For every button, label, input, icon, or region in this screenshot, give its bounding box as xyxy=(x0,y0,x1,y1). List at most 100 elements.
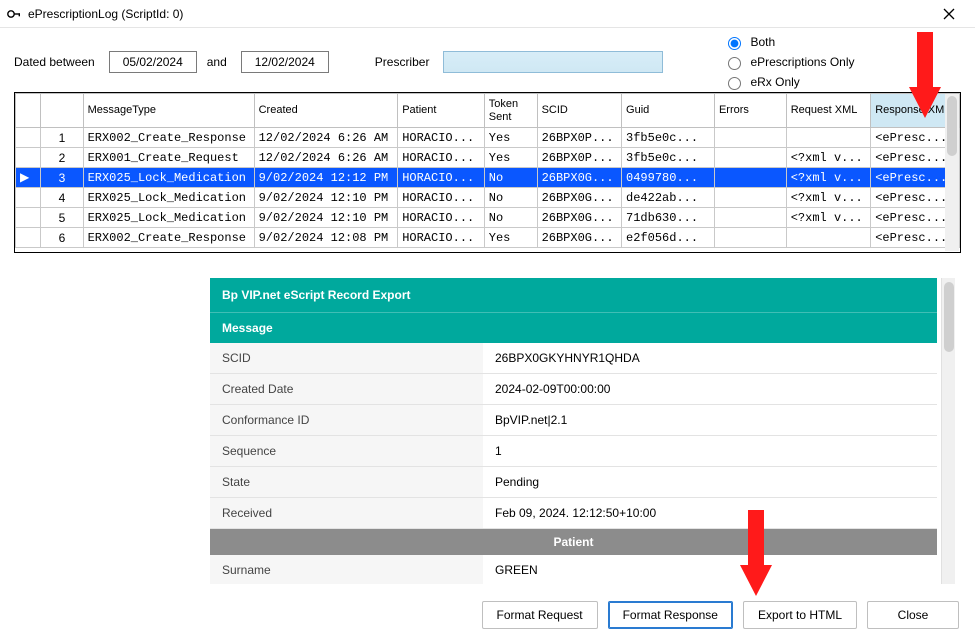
cell-messagetype: ERX025_Lock_Medication xyxy=(83,208,254,228)
cell-request-xml: <?xml v... xyxy=(786,148,870,168)
cell-token: Yes xyxy=(484,148,537,168)
cell-token: No xyxy=(484,188,537,208)
cell-request-xml: <?xml v... xyxy=(786,208,870,228)
table-row[interactable]: 2ERX001_Create_Request12/02/2024 6:26 AM… xyxy=(16,148,960,168)
row-number: 1 xyxy=(41,128,83,148)
detail-row: Sequence1 xyxy=(210,436,937,467)
cell-created: 12/02/2024 6:26 AM xyxy=(254,148,398,168)
cell-patient: HORACIO... xyxy=(398,188,485,208)
key-icon xyxy=(6,6,22,22)
detail-panel: Bp VIP.net eScript Record Export Message… xyxy=(210,278,937,584)
cell-request-xml: <?xml v... xyxy=(786,168,870,188)
close-button[interactable]: Close xyxy=(867,601,959,629)
window-close-button[interactable] xyxy=(929,1,969,27)
row-number: 4 xyxy=(41,188,83,208)
cell-errors xyxy=(714,128,786,148)
detail-row: ReceivedFeb 09, 2024. 12:12:50+10:00 xyxy=(210,498,937,529)
row-number: 2 xyxy=(41,148,83,168)
table-row[interactable]: 4ERX025_Lock_Medication9/02/2024 12:10 P… xyxy=(16,188,960,208)
radio-erx-only[interactable]: eRx Only xyxy=(723,74,854,90)
detail-header: Bp VIP.net eScript Record Export xyxy=(210,278,937,312)
row-pointer xyxy=(16,128,41,148)
date-to-input[interactable] xyxy=(241,51,329,73)
row-pointer xyxy=(16,228,41,248)
cell-request-xml xyxy=(786,228,870,248)
detail-row: StatePending xyxy=(210,467,937,498)
cell-token: No xyxy=(484,168,537,188)
col-guid[interactable]: Guid xyxy=(622,94,715,128)
prescriber-label: Prescriber xyxy=(375,55,430,69)
export-html-button[interactable]: Export to HTML xyxy=(743,601,857,629)
row-number: 3 xyxy=(41,168,83,188)
detail-key: SCID xyxy=(210,343,483,373)
radio-both-label: Both xyxy=(750,35,775,49)
cell-errors xyxy=(714,148,786,168)
cell-scid: 26BPX0G... xyxy=(537,208,621,228)
radio-epresc-label: ePrescriptions Only xyxy=(750,55,854,69)
radio-erx-input[interactable] xyxy=(728,77,741,90)
format-request-button[interactable]: Format Request xyxy=(482,601,598,629)
dated-between-label: Dated between xyxy=(14,55,95,69)
radio-eprescriptions-only[interactable]: ePrescriptions Only xyxy=(723,54,854,70)
grid-scroll-thumb[interactable] xyxy=(947,96,957,156)
detail-message-label: Message xyxy=(210,312,937,343)
radio-epresc-input[interactable] xyxy=(728,57,741,70)
cell-messagetype: ERX025_Lock_Medication xyxy=(83,168,254,188)
row-pointer xyxy=(16,148,41,168)
cell-patient: HORACIO... xyxy=(398,148,485,168)
cell-token: Yes xyxy=(484,128,537,148)
prescriber-input[interactable] xyxy=(443,51,663,73)
format-response-button[interactable]: Format Response xyxy=(608,601,733,629)
detail-row: SCID26BPX0GKYHNYR1QHDA xyxy=(210,343,937,374)
cell-errors xyxy=(714,208,786,228)
grid-scrollbar[interactable] xyxy=(945,94,959,251)
col-scid[interactable]: SCID xyxy=(537,94,621,128)
radio-both-input[interactable] xyxy=(728,37,741,50)
detail-value: BpVIP.net|2.1 xyxy=(483,405,937,435)
cell-patient: HORACIO... xyxy=(398,128,485,148)
detail-key: Surname xyxy=(210,555,483,584)
col-errors[interactable]: Errors xyxy=(714,94,786,128)
col-rownum[interactable] xyxy=(41,94,83,128)
detail-key: Received xyxy=(210,498,483,528)
date-from-input[interactable] xyxy=(109,51,197,73)
table-row[interactable]: ▶3ERX025_Lock_Medication9/02/2024 12:12 … xyxy=(16,168,960,188)
cell-scid: 26BPX0G... xyxy=(537,168,621,188)
cell-guid: e2f056d... xyxy=(622,228,715,248)
table-row[interactable]: 1ERX002_Create_Response12/02/2024 6:26 A… xyxy=(16,128,960,148)
col-created[interactable]: Created xyxy=(254,94,398,128)
table-row[interactable]: 6ERX002_Create_Response9/02/2024 12:08 P… xyxy=(16,228,960,248)
detail-value: 2024-02-09T00:00:00 xyxy=(483,374,937,404)
cell-messagetype: ERX002_Create_Response xyxy=(83,228,254,248)
and-label: and xyxy=(207,55,227,69)
detail-value: 26BPX0GKYHNYR1QHDA xyxy=(483,343,937,373)
col-token-sent[interactable]: Token Sent xyxy=(484,94,537,128)
cell-guid: 3fb5e0c... xyxy=(622,148,715,168)
detail-row: SurnameGREEN xyxy=(210,555,937,584)
title-bar: ePrescriptionLog (ScriptId: 0) xyxy=(0,0,975,28)
col-request-xml[interactable]: Request XML xyxy=(786,94,870,128)
cell-guid: 0499780... xyxy=(622,168,715,188)
col-patient[interactable]: Patient xyxy=(398,94,485,128)
detail-key: Created Date xyxy=(210,374,483,404)
detail-scrollbar[interactable] xyxy=(941,278,955,584)
row-pointer xyxy=(16,208,41,228)
cell-patient: HORACIO... xyxy=(398,208,485,228)
detail-row: Created Date2024-02-09T00:00:00 xyxy=(210,374,937,405)
col-messagetype[interactable]: MessageType xyxy=(83,94,254,128)
table-row[interactable]: 5ERX025_Lock_Medication9/02/2024 12:10 P… xyxy=(16,208,960,228)
row-handle-header xyxy=(16,94,41,128)
cell-guid: 71db630... xyxy=(622,208,715,228)
window-title: ePrescriptionLog (ScriptId: 0) xyxy=(28,7,929,21)
detail-value: Pending xyxy=(483,467,937,497)
cell-token: Yes xyxy=(484,228,537,248)
radio-both[interactable]: Both xyxy=(723,34,854,50)
cell-messagetype: ERX001_Create_Request xyxy=(83,148,254,168)
detail-scroll-thumb[interactable] xyxy=(944,282,954,352)
log-table[interactable]: MessageType Created Patient Token Sent S… xyxy=(15,93,960,248)
cell-scid: 26BPX0P... xyxy=(537,148,621,168)
cell-request-xml xyxy=(786,128,870,148)
detail-panel-wrap: Bp VIP.net eScript Record Export Message… xyxy=(210,278,955,584)
radio-erx-label: eRx Only xyxy=(750,75,799,89)
cell-created: 9/02/2024 12:08 PM xyxy=(254,228,398,248)
